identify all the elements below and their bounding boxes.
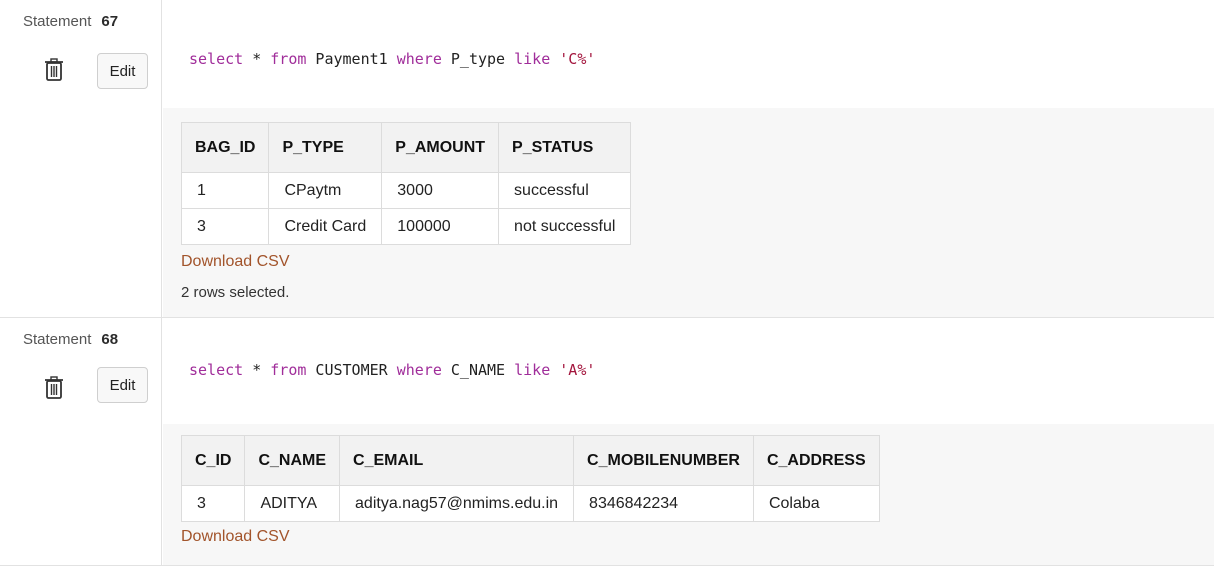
statement-label-text: Statement xyxy=(23,13,92,30)
statement-label: Statement 68 xyxy=(23,331,118,348)
sql-table-name: Payment1 xyxy=(306,50,397,68)
sql-statement: select * from Payment1 where P_type like… xyxy=(189,50,595,68)
sql-keyword: like xyxy=(514,361,551,379)
sql-string-literal: 'A%' xyxy=(550,361,596,379)
rows-selected-message: 2 rows selected. xyxy=(181,284,290,301)
result-table: BAG_ID P_TYPE P_AMOUNT P_STATUS 1 CPaytm… xyxy=(180,122,632,245)
sql-keyword: from xyxy=(270,361,307,379)
column-header: P_AMOUNT xyxy=(381,122,500,173)
sql-keyword: where xyxy=(396,50,442,68)
statement-gutter: Statement 68 xyxy=(0,318,162,565)
column-header: C_EMAIL xyxy=(339,435,575,486)
table-cell: not successful xyxy=(498,208,632,245)
column-header: P_STATUS xyxy=(498,122,632,173)
column-header: P_TYPE xyxy=(268,122,383,173)
table-cell: ADITYA xyxy=(244,485,341,522)
table-cell: 8346842234 xyxy=(573,485,754,522)
column-header: C_ID xyxy=(180,435,246,486)
sql-token: * xyxy=(243,50,271,68)
sql-table-name: CUSTOMER xyxy=(306,361,397,379)
statement-label-text: Statement xyxy=(23,331,92,348)
table-header-row: C_ID C_NAME C_EMAIL C_MOBILENUMBER C_ADD… xyxy=(180,435,880,486)
table-cell: CPaytm xyxy=(268,172,383,209)
table-cell: Credit Card xyxy=(268,208,383,245)
sql-column-name: C_NAME xyxy=(441,361,515,379)
statement-number: 68 xyxy=(101,331,119,348)
statement-block-68: Statement 68 Edit select * from CUSTOMER … xyxy=(0,318,1214,566)
table-cell: 1 xyxy=(180,172,270,209)
sql-token: * xyxy=(243,361,271,379)
sql-keyword: from xyxy=(270,50,307,68)
statement-block-67: Statement 67 Edit select * from Payment1 … xyxy=(0,0,1214,318)
edit-button[interactable]: Edit xyxy=(97,367,148,403)
sql-string-literal: 'C%' xyxy=(550,50,596,68)
column-header: C_ADDRESS xyxy=(752,435,880,486)
table-row: 3 ADITYA aditya.nag57@nmims.edu.in 83468… xyxy=(180,485,880,522)
sql-keyword: where xyxy=(396,361,442,379)
table-row: 3 Credit Card 100000 not successful xyxy=(180,208,632,245)
table-cell: 3000 xyxy=(381,172,500,209)
table-cell: successful xyxy=(498,172,632,209)
trash-icon[interactable] xyxy=(43,375,65,401)
statement-number: 67 xyxy=(101,13,119,30)
trash-icon[interactable] xyxy=(43,57,65,83)
column-header: BAG_ID xyxy=(180,122,270,173)
table-row: 1 CPaytm 3000 successful xyxy=(180,172,632,209)
download-csv-link[interactable]: Download CSV xyxy=(181,253,290,271)
column-header: C_MOBILENUMBER xyxy=(573,435,754,486)
edit-button[interactable]: Edit xyxy=(97,53,148,89)
sql-keyword: select xyxy=(189,50,244,68)
download-csv-link[interactable]: Download CSV xyxy=(181,528,290,546)
statement-label: Statement 67 xyxy=(23,13,118,30)
sql-keyword: select xyxy=(189,361,244,379)
statement-gutter: Statement 67 xyxy=(0,0,162,317)
table-cell: 100000 xyxy=(381,208,500,245)
sql-column-name: P_type xyxy=(441,50,515,68)
table-cell: Colaba xyxy=(752,485,880,522)
table-cell: 3 xyxy=(180,208,270,245)
table-cell: aditya.nag57@nmims.edu.in xyxy=(339,485,575,522)
column-header: C_NAME xyxy=(244,435,341,486)
sql-statement: select * from CUSTOMER where C_NAME like… xyxy=(189,361,595,379)
sql-keyword: like xyxy=(514,50,551,68)
result-table: C_ID C_NAME C_EMAIL C_MOBILENUMBER C_ADD… xyxy=(180,435,880,522)
table-header-row: BAG_ID P_TYPE P_AMOUNT P_STATUS xyxy=(180,122,632,173)
table-cell: 3 xyxy=(180,485,246,522)
